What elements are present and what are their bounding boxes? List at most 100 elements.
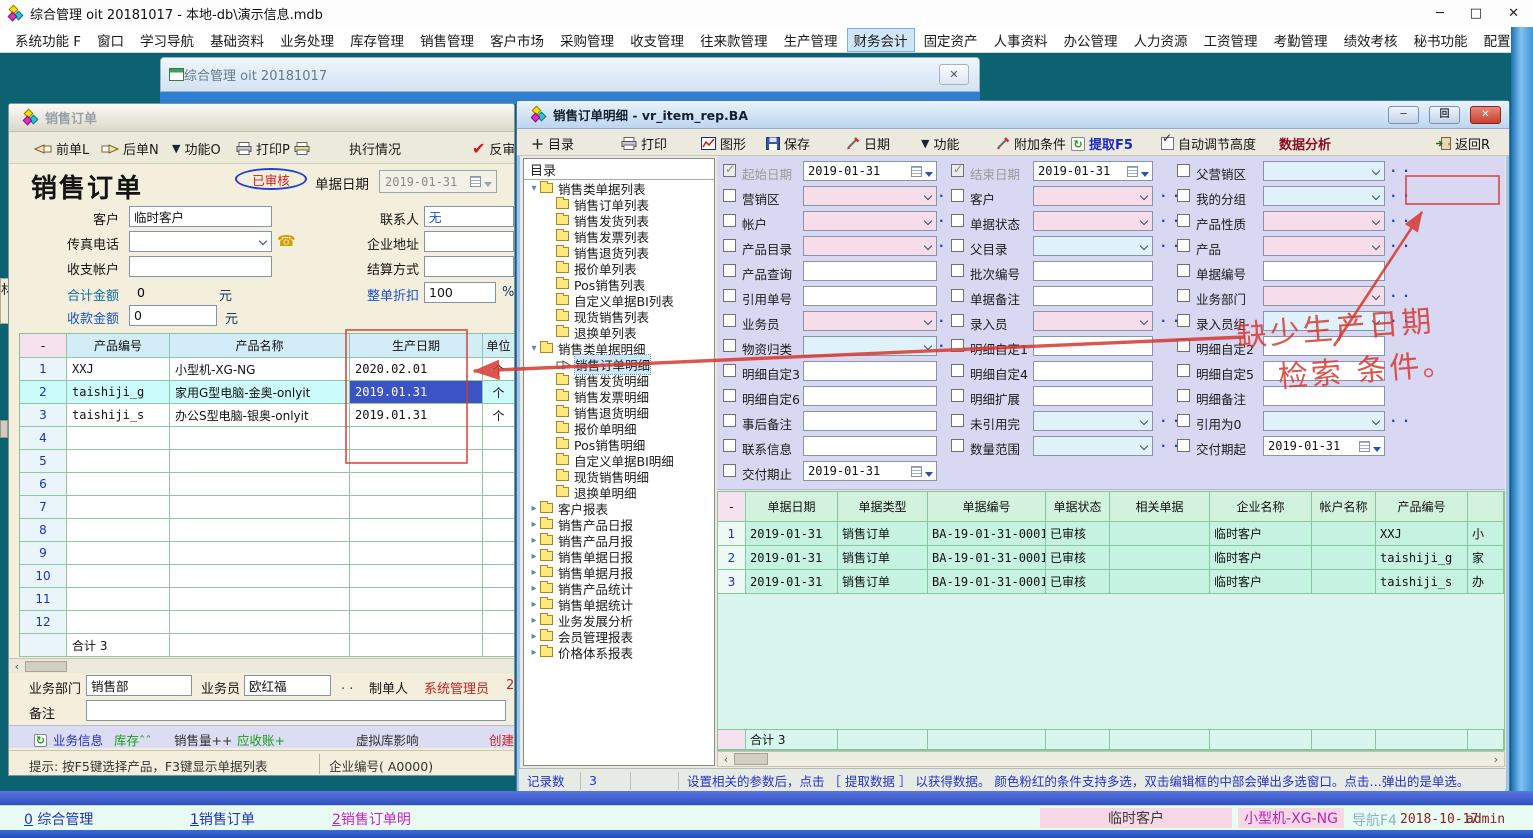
grid-cell[interactable]: taishiji_s	[1376, 570, 1468, 594]
address-field[interactable]	[424, 231, 514, 252]
menu-item[interactable]: 系统功能 F	[8, 28, 88, 52]
exec-status-label[interactable]: 执行情况	[349, 139, 401, 158]
task-nav-label[interactable]: 导航F4	[1352, 810, 1397, 830]
menu-item[interactable]: 采购管理	[553, 28, 621, 52]
maximize-button[interactable]: □	[1470, 6, 1482, 21]
main-titlebar[interactable]: 综合管理 oit 20181017 - 本地-db\演示信息.mdb	[0, 0, 1533, 27]
more-options-dots[interactable]: · ·	[1391, 314, 1410, 328]
grid-cell[interactable]: 2019-01-31	[746, 570, 838, 594]
cell-product-name[interactable]	[170, 496, 350, 519]
filter-combo[interactable]	[1033, 436, 1153, 456]
grid-cell[interactable]: 销售订单	[838, 546, 928, 570]
fax-field[interactable]	[129, 231, 272, 252]
tree-item[interactable]: 退换单明细	[524, 484, 714, 500]
toolbar-button-8[interactable]: ↻提取F5	[1071, 134, 1133, 153]
grid-cell[interactable]	[1312, 522, 1376, 546]
function-button[interactable]: ▼ 功能O	[172, 139, 221, 158]
cell-prod-date[interactable]	[350, 588, 483, 611]
grid-column-header[interactable]: 产品编号	[1376, 492, 1468, 522]
filter-text-field[interactable]	[1263, 386, 1385, 406]
grid-row[interactable]: 22019-01-31销售订单BA-19-01-31-0001已审核临时客户ta…	[718, 546, 1504, 570]
toolbar-button-3[interactable]: 图形	[701, 134, 746, 153]
filter-combo[interactable]	[803, 236, 937, 256]
column-header[interactable]: 产品编号	[67, 334, 170, 358]
filter-date-field[interactable]: 2019-01-31	[803, 161, 937, 181]
menu-item[interactable]: 往来款管理	[693, 28, 775, 52]
grid-column-header[interactable]: 单据类型	[838, 492, 928, 522]
cell-unit[interactable]	[483, 496, 515, 519]
table-row[interactable]: 4	[20, 427, 515, 450]
grid-column-header[interactable]: 帐户名称	[1312, 492, 1376, 522]
filter-combo[interactable]	[1033, 311, 1153, 331]
menu-item[interactable]: 绩效考核	[1337, 28, 1405, 52]
grid-cell[interactable]: 销售订单	[838, 522, 928, 546]
cell-unit[interactable]	[483, 588, 515, 611]
toolbar-button-9[interactable]: 自动调节高度	[1161, 134, 1256, 153]
sales-qty-label[interactable]: 销售量++	[174, 730, 232, 749]
filter-checkbox[interactable]	[951, 264, 964, 277]
remark-field[interactable]	[86, 700, 506, 721]
filter-combo[interactable]	[1033, 186, 1153, 206]
more-options-dots[interactable]: · ·	[1391, 239, 1410, 253]
tree-item[interactable]: ▸价格体系报表	[524, 644, 714, 660]
cell-prod-date[interactable]: 2019.01.31	[350, 381, 483, 404]
grid-cell[interactable]: BA-19-01-31-0001	[928, 570, 1046, 594]
contact-field[interactable]: 无	[424, 206, 514, 227]
filter-combo[interactable]	[803, 311, 937, 331]
filter-checkbox[interactable]	[951, 439, 964, 452]
create-label[interactable]: 创建	[489, 730, 514, 749]
toolbar-button-10[interactable]: 数据分析	[1279, 134, 1331, 153]
expanded-icon[interactable]: ▾	[528, 183, 540, 194]
more-options-dots[interactable]: · ·	[1391, 164, 1410, 178]
grid-cell[interactable]: 临时客户	[1210, 546, 1312, 570]
table-row[interactable]: 3taishiji_s办公S型电脑-银奥-onlyit2019.01.31个	[20, 404, 515, 427]
filter-checkbox[interactable]	[723, 214, 736, 227]
background-close-icon[interactable]: ✕	[939, 64, 969, 85]
filter-checkbox[interactable]	[951, 389, 964, 402]
filter-combo[interactable]	[1263, 211, 1385, 231]
grid-cell[interactable]: 临时客户	[1210, 522, 1312, 546]
more-options-dots[interactable]: · ·	[1391, 189, 1410, 203]
more-options-dots[interactable]: · ·	[1391, 414, 1410, 428]
filter-checkbox[interactable]	[1177, 239, 1190, 252]
next-doc-button[interactable]: 后单N	[101, 139, 159, 158]
cell-unit[interactable]	[483, 611, 515, 634]
filter-text-field[interactable]	[1033, 286, 1153, 306]
scroll-left-icon[interactable]: ‹	[9, 660, 25, 673]
cell-prod-date[interactable]	[350, 496, 483, 519]
receivable-link[interactable]: 应收账+	[237, 730, 285, 749]
filter-checkbox[interactable]	[723, 464, 736, 477]
filter-checkbox[interactable]	[951, 339, 964, 352]
cell-prod-date[interactable]	[350, 450, 483, 473]
filter-checkbox[interactable]	[1177, 439, 1190, 452]
grid-row[interactable]: 12019-01-31销售订单BA-19-01-31-0001已审核临时客户XX…	[718, 522, 1504, 546]
collapsed-icon[interactable]: ▸	[528, 583, 540, 594]
menu-item[interactable]: 销售管理	[413, 28, 481, 52]
filter-combo[interactable]	[1263, 286, 1385, 306]
clerk-field[interactable]: 欧红福	[244, 675, 331, 696]
collapsed-icon[interactable]: ▸	[528, 535, 540, 546]
grid-column-header[interactable]: 企业名称	[1210, 492, 1312, 522]
table-row[interactable]: 8	[20, 519, 515, 542]
pay-account-field[interactable]	[129, 256, 272, 277]
cell-unit[interactable]: 个	[483, 358, 515, 381]
menu-item[interactable]: 秘书功能	[1407, 28, 1475, 52]
filter-text-field[interactable]	[1033, 386, 1153, 406]
customer-field[interactable]: 临时客户	[129, 206, 272, 227]
grid-cell[interactable]: 2019-01-31	[746, 546, 838, 570]
filter-text-field[interactable]	[1033, 336, 1153, 356]
dept-field[interactable]: 销售部	[86, 675, 192, 696]
stock-link[interactable]: 库存ˆˆ	[114, 730, 152, 749]
filter-combo[interactable]	[1033, 236, 1153, 256]
cell-product-code[interactable]	[67, 496, 170, 519]
collapsed-icon[interactable]: ▸	[528, 631, 540, 642]
taskbar-item[interactable]: 0 综合管理	[24, 809, 93, 829]
filter-checkbox[interactable]	[1177, 289, 1190, 302]
filter-combo[interactable]	[1263, 236, 1385, 256]
filter-text-field[interactable]	[803, 411, 937, 431]
cell-product-name[interactable]	[170, 473, 350, 496]
grid-column-header[interactable]: -	[718, 492, 746, 522]
filter-text-field[interactable]	[803, 261, 937, 281]
filter-checkbox[interactable]	[1177, 339, 1190, 352]
grid-cell[interactable]: taishiji_g	[1376, 546, 1468, 570]
